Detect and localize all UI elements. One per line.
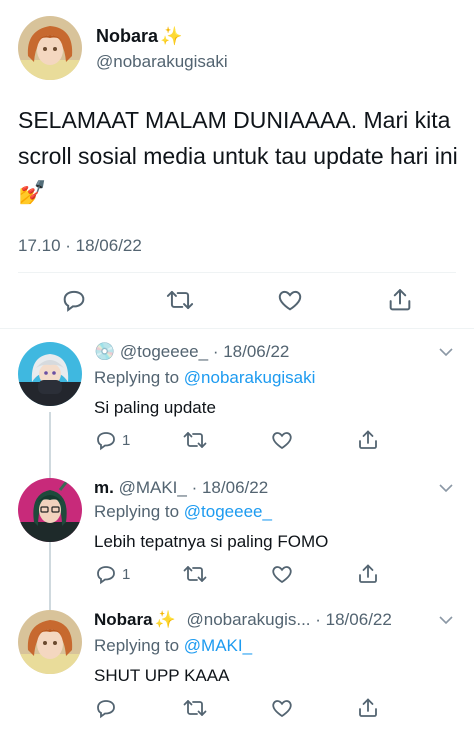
reply-date[interactable]: · 18/06/22: [192, 478, 269, 497]
reply-action-bar: 1: [0, 428, 474, 452]
cd-emoji: 💿: [94, 342, 116, 361]
retweet-button[interactable]: [182, 696, 208, 720]
reply-tweet[interactable]: m. @MAKI_ · 18/06/22 Replying to @togeee…: [0, 470, 474, 602]
more-options-button[interactable]: [438, 344, 454, 365]
reply-action-bar: [0, 696, 474, 720]
section-divider: [0, 328, 474, 329]
reply-button[interactable]: 1: [94, 428, 130, 452]
more-options-button[interactable]: [438, 612, 454, 633]
share-button[interactable]: [386, 286, 414, 314]
heart-icon: [272, 566, 292, 584]
reply-tweet[interactable]: 💿 @togeeee_ · 18/06/22 Replying to @noba…: [0, 330, 474, 470]
retweet-button[interactable]: [182, 562, 208, 586]
reply-date[interactable]: · 18/06/22: [213, 342, 290, 361]
reply-text: Lebih tepatnya si paling FOMO: [94, 532, 329, 551]
nobara-avatar-icon: [18, 16, 82, 80]
reply-handle[interactable]: @MAKI_: [119, 478, 187, 497]
replying-to: Replying to @MAKI_: [94, 636, 253, 655]
share-button[interactable]: [356, 696, 380, 720]
replying-to: Replying to @nobarakugisaki: [94, 368, 316, 387]
share-icon: [359, 430, 377, 449]
reply-text: Si paling update: [94, 398, 216, 417]
reply-count: 1: [122, 565, 131, 583]
replying-to-mention[interactable]: @MAKI_: [184, 636, 252, 655]
retweet-icon: [183, 432, 207, 448]
main-divider: [18, 272, 456, 273]
reply-action-bar: 1: [0, 562, 474, 586]
like-button[interactable]: [270, 562, 294, 586]
toge-avatar-icon: [18, 342, 82, 406]
reply-button[interactable]: 1: [94, 562, 130, 586]
heart-icon: [272, 700, 292, 718]
share-icon: [389, 289, 411, 311]
reply-avatar[interactable]: [18, 342, 82, 406]
main-handle[interactable]: @nobarakugisaki: [96, 52, 228, 72]
main-display-name[interactable]: Nobara ✨: [96, 26, 182, 47]
main-tweet: Nobara ✨ @nobarakugisaki SELAMAAT MALAM D…: [0, 0, 474, 330]
main-avatar[interactable]: [18, 16, 82, 80]
like-button[interactable]: [270, 696, 294, 720]
thread-line: [49, 602, 51, 610]
heart-icon: [272, 432, 292, 450]
heart-icon: [278, 290, 302, 311]
retweet-button[interactable]: [182, 428, 208, 452]
more-options-button[interactable]: [438, 480, 454, 501]
reply-header: 💿 @togeeee_ · 18/06/22: [94, 342, 289, 362]
reply-display-name[interactable]: Nobara: [94, 610, 153, 629]
thread-line: [49, 470, 51, 478]
replying-to-mention[interactable]: @togeeee_: [184, 502, 272, 521]
sparkle-emoji: ✨: [154, 610, 176, 629]
reply-tweet[interactable]: Nobara ✨ @nobarakugis... · 18/06/22 Reply…: [0, 602, 474, 731]
share-button[interactable]: [356, 562, 380, 586]
retweet-button[interactable]: [165, 286, 195, 314]
reply-display-name[interactable]: m.: [94, 478, 114, 497]
main-action-bar: [0, 286, 474, 316]
reply-count: 1: [122, 431, 131, 449]
reply-handle[interactable]: @togeeee_: [120, 342, 208, 361]
maki-avatar-icon: [18, 478, 82, 542]
reply-date[interactable]: · 18/06/22: [315, 610, 392, 629]
sparkle-emoji: ✨: [160, 26, 183, 46]
retweet-icon: [183, 700, 207, 716]
reply-icon: [97, 700, 115, 719]
chevron-down-icon: [439, 348, 453, 357]
replying-to-mention[interactable]: @nobarakugisaki: [184, 368, 316, 387]
reply-button[interactable]: [60, 286, 88, 314]
reply-header: Nobara ✨ @nobarakugis... · 18/06/22: [94, 610, 392, 630]
share-button[interactable]: [356, 428, 380, 452]
reply-header: m. @MAKI_ · 18/06/22: [94, 478, 268, 498]
share-icon: [359, 564, 377, 583]
like-button[interactable]: [270, 428, 294, 452]
reply-icon: [97, 432, 115, 451]
retweet-icon: [183, 566, 207, 582]
main-tweet-timestamp[interactable]: 17.10 · 18/06/22: [18, 236, 142, 256]
chevron-down-icon: [439, 616, 453, 625]
reply-icon: [97, 566, 115, 585]
like-button[interactable]: [276, 286, 304, 314]
reply-handle[interactable]: @nobarakugis...: [186, 610, 310, 629]
replying-to: Replying to @togeeee_: [94, 502, 272, 521]
reply-avatar[interactable]: [18, 478, 82, 542]
reply-button[interactable]: [94, 696, 118, 720]
share-icon: [359, 698, 377, 717]
reply-icon: [63, 290, 85, 312]
reply-avatar[interactable]: [18, 610, 82, 674]
nobara-avatar-icon: [18, 610, 82, 674]
main-tweet-text: SELAMAAT MALAM DUNIAAAA. Mari kita scrol…: [18, 107, 458, 205]
retweet-icon: [166, 290, 194, 310]
reply-text: SHUT UPP KAAA: [94, 666, 230, 685]
chevron-down-icon: [439, 484, 453, 493]
